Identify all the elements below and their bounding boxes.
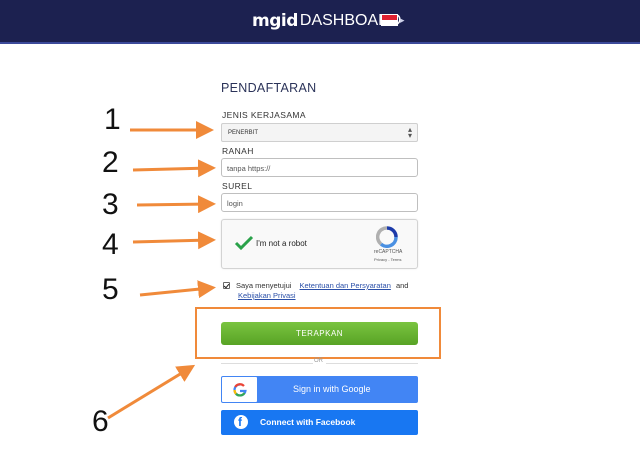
arrow-5 <box>139 280 216 299</box>
annotation-number-5: 5 <box>102 273 119 306</box>
annotation-number-2: 2 <box>102 146 119 179</box>
annotation-number-3: 3 <box>102 188 119 221</box>
arrow-3 <box>136 195 216 214</box>
annotation-number-6: 6 <box>92 405 109 438</box>
arrow-4 <box>132 231 216 250</box>
annotation-number-1: 1 <box>104 103 121 136</box>
annotation-arrows <box>107 121 216 420</box>
annotation-number-4: 4 <box>102 228 119 261</box>
arrow-2 <box>132 159 216 178</box>
arrow-6 <box>107 364 196 420</box>
